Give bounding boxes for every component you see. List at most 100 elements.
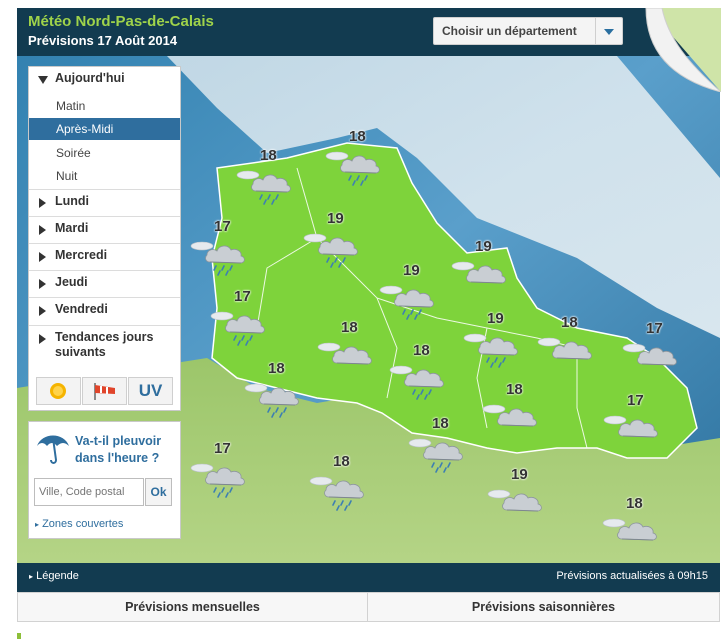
forecast-date: Prévisions 17 Août 2014 <box>28 33 178 48</box>
chevron-right-icon <box>39 225 46 235</box>
forecast-marker[interactable]: 18 <box>323 128 393 190</box>
temperature-label: 17 <box>234 288 251 305</box>
temperature-label: 19 <box>475 238 492 255</box>
bullet-icon: ▸ <box>29 572 34 581</box>
forecast-marker[interactable]: 18 <box>535 314 605 376</box>
chevron-down-icon <box>38 76 48 84</box>
period-label: Après-Midi <box>56 122 114 136</box>
forecast-marker[interactable]: 18 <box>480 381 550 443</box>
temperature-label: 18 <box>626 495 643 512</box>
cloud-icon <box>487 489 542 512</box>
temperature-label: 17 <box>214 440 231 457</box>
forecast-marker[interactable]: 17 <box>188 218 258 280</box>
temperature-label: 18 <box>333 453 350 470</box>
uv-view-button[interactable]: UV <box>128 377 173 405</box>
menu-day-jeudi[interactable]: Jeudi <box>29 270 180 298</box>
forecast-marker[interactable]: 18 <box>406 415 476 477</box>
city-input[interactable] <box>34 478 144 506</box>
legend-link[interactable]: ▸ Légende <box>29 570 79 582</box>
cloud-rain-icon <box>236 170 291 205</box>
forecast-marker[interactable]: 19 <box>485 466 555 528</box>
zones-link-label: Zones couvertes <box>42 518 124 530</box>
forecast-marker[interactable]: 17 <box>601 392 671 454</box>
forecast-marker[interactable]: 17 <box>620 320 690 382</box>
chevron-right-icon <box>39 252 46 262</box>
chevron-right-icon <box>39 334 46 344</box>
rain-check-box: Va-t-il pleuvoir dans l'heure ? Ok ▸ Zone… <box>28 421 181 539</box>
period-soiree[interactable]: Soirée <box>29 142 180 164</box>
zones-link[interactable]: ▸ Zones couvertes <box>35 518 123 530</box>
wind-view-button[interactable] <box>82 377 127 405</box>
bullet-icon: ▸ <box>35 520 40 529</box>
forecast-marker[interactable]: 18 <box>234 147 304 209</box>
menu-day-mardi[interactable]: Mardi <box>29 216 180 244</box>
temperature-label: 17 <box>627 392 644 409</box>
temperature-label: 18 <box>413 342 430 359</box>
period-label: Matin <box>56 99 86 113</box>
sun-view-button[interactable] <box>36 377 81 405</box>
cloud-rain-icon <box>244 383 299 418</box>
cloud-rain-icon <box>309 476 364 511</box>
cloud-icon <box>602 518 657 541</box>
menu-today-label: Aujourd'hui <box>55 71 125 85</box>
forecast-marker[interactable]: 19 <box>301 210 371 272</box>
temperature-label: 19 <box>487 310 504 327</box>
chevron-right-icon <box>39 198 46 208</box>
forecast-marker[interactable]: 17 <box>188 440 258 502</box>
map-footer: ▸ Légende Prévisions actualisées à 09h15 <box>17 563 720 592</box>
tab-seasonal-forecast[interactable]: Prévisions saisonnières <box>367 592 720 622</box>
temperature-label: 17 <box>646 320 663 337</box>
period-label: Soirée <box>56 146 91 160</box>
ok-button[interactable]: Ok <box>145 478 172 506</box>
forecast-marker[interactable]: 17 <box>208 288 278 350</box>
chevron-down-icon[interactable] <box>595 18 622 44</box>
temperature-label: 18 <box>349 128 366 145</box>
day-label: Mardi <box>55 221 89 235</box>
forecast-marker[interactable]: 19 <box>377 262 447 324</box>
day-label: Mercredi <box>55 248 108 262</box>
cloud-icon <box>603 415 658 438</box>
department-select[interactable]: Choisir un département <box>433 17 623 45</box>
period-matin[interactable]: Matin <box>29 95 180 117</box>
rain-question-line1: Va-t-il pleuvoir <box>75 434 162 448</box>
period-label: Nuit <box>56 169 78 183</box>
day-menu: Aujourd'hui Matin Après-Midi Soirée Nuit… <box>28 66 181 411</box>
cloud-rain-icon <box>408 438 463 473</box>
cloud-rain-icon <box>379 285 434 320</box>
chevron-right-icon <box>39 279 46 289</box>
day-label: Lundi <box>55 194 90 208</box>
forecast-marker[interactable]: 18 <box>315 319 385 381</box>
menu-day-mercredi[interactable]: Mercredi <box>29 243 180 271</box>
menu-day-vendredi[interactable]: Vendredi <box>29 297 180 325</box>
sun-icon <box>50 383 66 399</box>
forecast-marker[interactable]: 19 <box>461 310 531 372</box>
cloud-rain-icon <box>463 333 518 368</box>
windsock-icon <box>94 383 115 400</box>
day-label: Vendredi <box>55 302 108 316</box>
menu-today[interactable]: Aujourd'hui <box>29 67 180 93</box>
tab-monthly-forecast[interactable]: Prévisions mensuelles <box>17 592 368 622</box>
temperature-label: 18 <box>341 319 358 336</box>
temperature-label: 18 <box>506 381 523 398</box>
forecast-marker[interactable]: 18 <box>600 495 670 557</box>
period-nuit[interactable]: Nuit <box>29 165 180 187</box>
cloud-icon <box>451 261 506 284</box>
cloud-rain-icon <box>190 463 245 498</box>
menu-trends[interactable]: Tendances jours suivants <box>29 325 180 368</box>
map-header: Météo Nord-Pas-de-Calais Prévisions 17 A… <box>17 8 720 56</box>
cloud-rain-icon <box>303 233 358 268</box>
cloud-icon <box>482 404 537 427</box>
menu-day-lundi[interactable]: Lundi <box>29 189 180 217</box>
forecast-marker[interactable]: 18 <box>242 360 312 422</box>
temperature-label: 18 <box>432 415 449 432</box>
chevron-right-icon <box>39 306 46 316</box>
period-apres-midi[interactable]: Après-Midi <box>29 118 180 140</box>
page-curl-icon <box>645 8 721 92</box>
forecast-marker[interactable]: 18 <box>307 453 377 515</box>
page-title: Météo Nord-Pas-de-Calais <box>28 13 214 30</box>
forecast-marker[interactable]: 18 <box>387 342 457 404</box>
trends-label-line2: suivants <box>55 345 106 359</box>
forecast-marker[interactable]: 19 <box>449 238 519 300</box>
umbrella-icon <box>37 435 69 464</box>
temperature-label: 19 <box>511 466 528 483</box>
